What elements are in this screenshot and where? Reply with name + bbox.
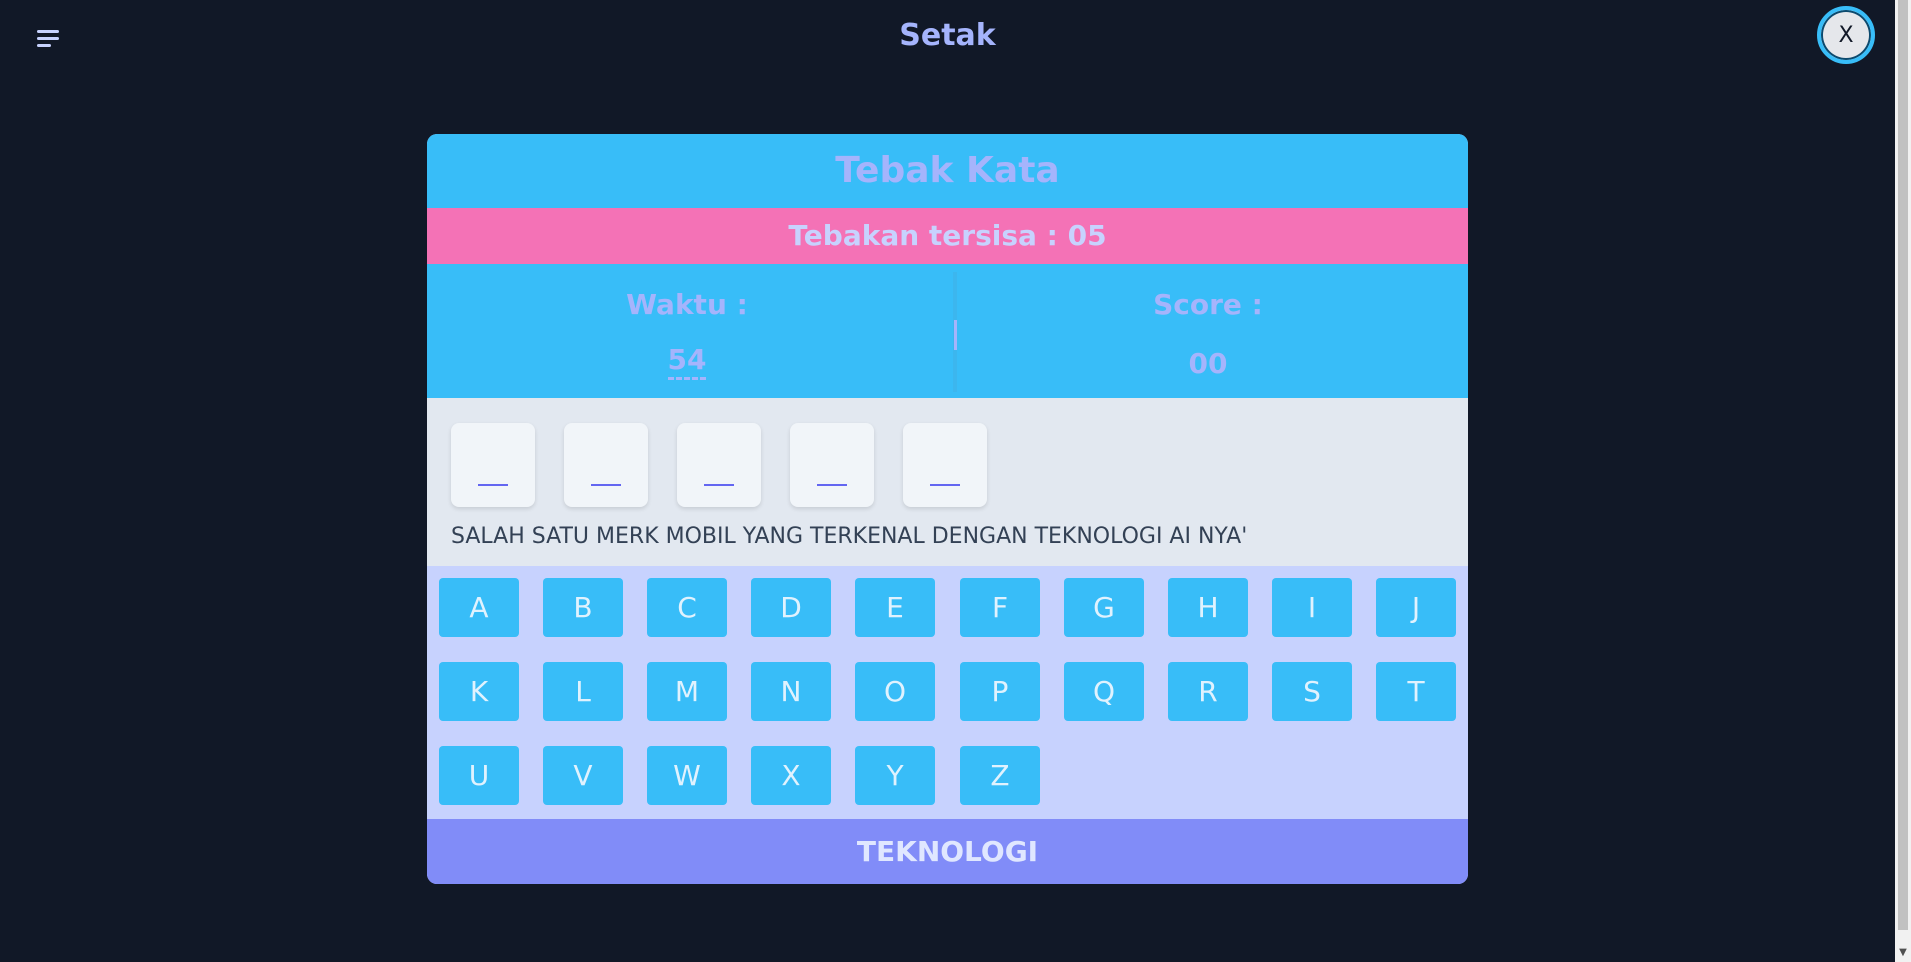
top-bar: Setak X bbox=[0, 0, 1895, 80]
letter-key-d[interactable]: D bbox=[751, 578, 831, 637]
letter-key-z[interactable]: Z bbox=[960, 746, 1040, 805]
letter-slot bbox=[677, 423, 761, 507]
word-area: SALAH SATU MERK MOBIL YANG TERKENAL DENG… bbox=[427, 398, 1468, 566]
letter-key-x[interactable]: X bbox=[751, 746, 831, 805]
letter-key-b[interactable]: B bbox=[543, 578, 623, 637]
letter-key-f[interactable]: F bbox=[960, 578, 1040, 637]
scroll-down-icon[interactable]: ▼ bbox=[1895, 944, 1911, 962]
letter-slot bbox=[451, 423, 535, 507]
slot-underline bbox=[591, 484, 621, 486]
letter-key-k[interactable]: K bbox=[439, 662, 519, 721]
hint-text: SALAH SATU MERK MOBIL YANG TERKENAL DENG… bbox=[451, 524, 1248, 549]
letter-key-y[interactable]: Y bbox=[855, 746, 935, 805]
letter-key-a[interactable]: A bbox=[439, 578, 519, 637]
letter-key-l[interactable]: L bbox=[543, 662, 623, 721]
letter-key-p[interactable]: P bbox=[960, 662, 1040, 721]
game-card: Tebak Kata Tebakan tersisa : 05 Waktu : … bbox=[427, 134, 1468, 884]
letter-key-o[interactable]: O bbox=[855, 662, 935, 721]
letter-key-i[interactable]: I bbox=[1272, 578, 1352, 637]
letter-slot bbox=[564, 423, 648, 507]
letter-key-u[interactable]: U bbox=[439, 746, 519, 805]
letter-key-n[interactable]: N bbox=[751, 662, 831, 721]
stats-panel: Waktu : 54 Score : 00 bbox=[427, 264, 1468, 398]
close-button[interactable]: X bbox=[1817, 6, 1875, 64]
letter-key-v[interactable]: V bbox=[543, 746, 623, 805]
letter-slots bbox=[451, 423, 987, 507]
guesses-remaining: Tebakan tersisa : 05 bbox=[427, 208, 1468, 264]
time-value: 54 bbox=[667, 345, 707, 380]
slot-underline bbox=[704, 484, 734, 486]
letter-key-w[interactable]: W bbox=[647, 746, 727, 805]
letter-key-h[interactable]: H bbox=[1168, 578, 1248, 637]
letter-slot bbox=[790, 423, 874, 507]
letter-keyboard: ABCDEFGHIJ KLMNOPQRST UVWXYZ bbox=[427, 566, 1468, 819]
letter-key-g[interactable]: G bbox=[1064, 578, 1144, 637]
scrollbar-thumb[interactable] bbox=[1898, 0, 1908, 930]
game-title: Tebak Kata bbox=[427, 134, 1468, 208]
score-value: 00 bbox=[1188, 347, 1228, 380]
letter-slot bbox=[903, 423, 987, 507]
letter-key-m[interactable]: M bbox=[647, 662, 727, 721]
slot-underline bbox=[817, 484, 847, 486]
letter-key-e[interactable]: E bbox=[855, 578, 935, 637]
letter-key-j[interactable]: J bbox=[1376, 578, 1456, 637]
score-label: Score : bbox=[1153, 288, 1263, 321]
slot-underline bbox=[478, 484, 508, 486]
letter-key-q[interactable]: Q bbox=[1064, 662, 1144, 721]
time-label: Waktu : bbox=[626, 288, 748, 321]
score-stat: Score : 00 bbox=[948, 264, 1468, 380]
letter-key-r[interactable]: R bbox=[1168, 662, 1248, 721]
category-label: TEKNOLOGI bbox=[427, 819, 1468, 884]
slot-underline bbox=[930, 484, 960, 486]
app-title: Setak bbox=[899, 18, 996, 53]
letter-key-t[interactable]: T bbox=[1376, 662, 1456, 721]
letter-key-s[interactable]: S bbox=[1272, 662, 1352, 721]
letter-key-c[interactable]: C bbox=[647, 578, 727, 637]
time-stat: Waktu : 54 bbox=[427, 264, 947, 380]
